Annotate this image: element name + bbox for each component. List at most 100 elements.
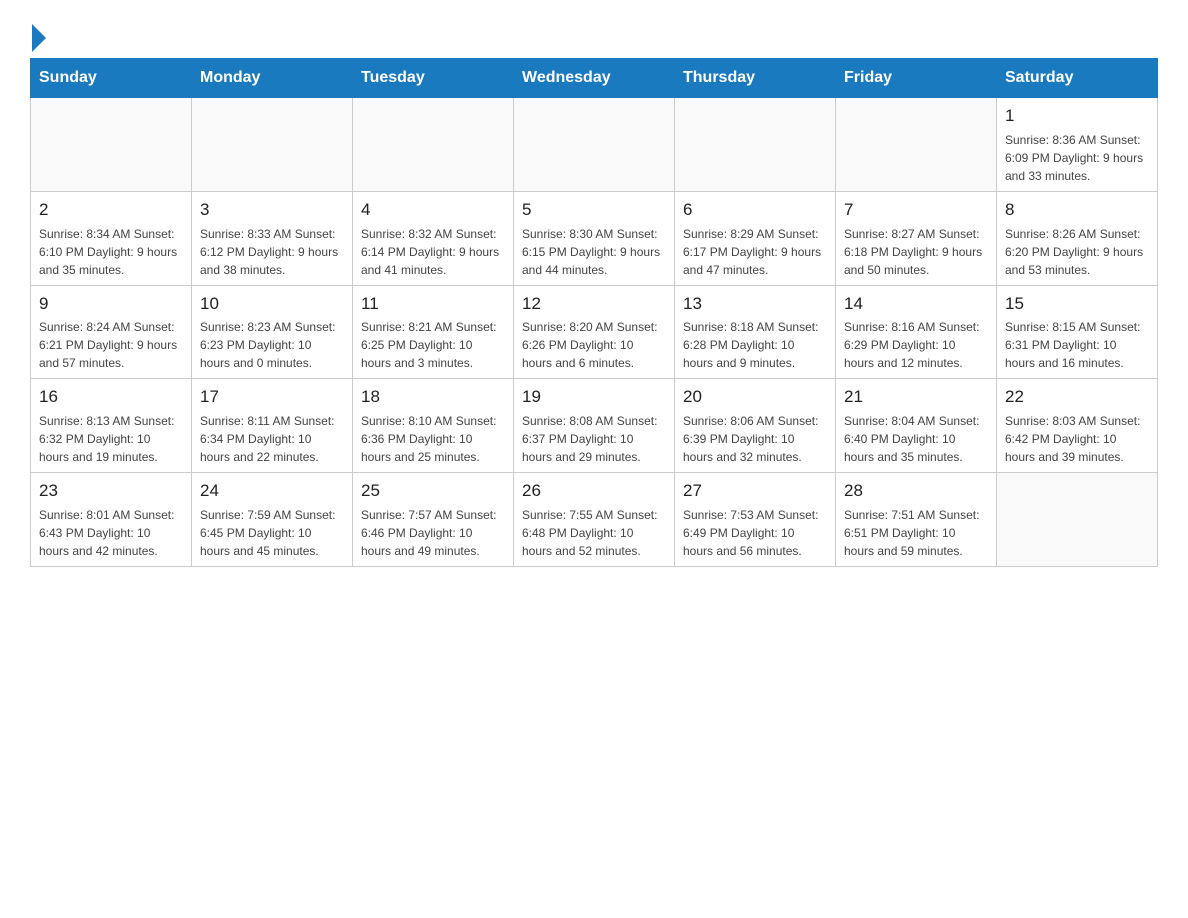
calendar-header-sunday: Sunday xyxy=(31,59,192,98)
calendar-week-row: 23 Sunrise: 8:01 AM Sunset: 6:43 PM Dayli… xyxy=(31,473,1158,567)
day-info: Sunrise: 8:08 AM Sunset: 6:37 PM Dayligh… xyxy=(522,412,666,466)
day-number: 3 xyxy=(200,198,344,222)
day-number: 1 xyxy=(1005,104,1149,128)
calendar-cell: 17 Sunrise: 8:11 AM Sunset: 6:34 PM Dayli… xyxy=(192,379,353,473)
calendar-week-row: 9Sunrise: 8:24 AM Sunset: 6:21 PM Daylig… xyxy=(31,285,1158,379)
day-info: Sunrise: 8:36 AM Sunset: 6:09 PM Dayligh… xyxy=(1005,131,1149,185)
calendar-cell xyxy=(675,98,836,192)
day-number: 18 xyxy=(361,385,505,409)
day-info: Sunrise: 8:24 AM Sunset: 6:21 PM Dayligh… xyxy=(39,318,183,372)
day-info: Sunrise: 8:15 AM Sunset: 6:31 PM Dayligh… xyxy=(1005,318,1149,372)
calendar-cell: 27 Sunrise: 7:53 AM Sunset: 6:49 PM Dayli… xyxy=(675,473,836,567)
day-number: 10 xyxy=(200,292,344,316)
day-info: Sunrise: 8:32 AM Sunset: 6:14 PM Dayligh… xyxy=(361,225,505,279)
calendar-cell: 13Sunrise: 8:18 AM Sunset: 6:28 PM Dayli… xyxy=(675,285,836,379)
day-number: 6 xyxy=(683,198,827,222)
calendar-cell: 8 Sunrise: 8:26 AM Sunset: 6:20 PM Daylig… xyxy=(997,191,1158,285)
calendar-week-row: 1 Sunrise: 8:36 AM Sunset: 6:09 PM Daylig… xyxy=(31,98,1158,192)
day-info: Sunrise: 8:13 AM Sunset: 6:32 PM Dayligh… xyxy=(39,412,183,466)
day-info: Sunrise: 7:53 AM Sunset: 6:49 PM Dayligh… xyxy=(683,506,827,560)
day-number: 4 xyxy=(361,198,505,222)
calendar-header-friday: Friday xyxy=(836,59,997,98)
day-info: Sunrise: 8:27 AM Sunset: 6:18 PM Dayligh… xyxy=(844,225,988,279)
day-number: 5 xyxy=(522,198,666,222)
day-number: 7 xyxy=(844,198,988,222)
calendar-week-row: 16 Sunrise: 8:13 AM Sunset: 6:32 PM Dayli… xyxy=(31,379,1158,473)
calendar-cell: 2 Sunrise: 8:34 AM Sunset: 6:10 PM Daylig… xyxy=(31,191,192,285)
day-info: Sunrise: 8:34 AM Sunset: 6:10 PM Dayligh… xyxy=(39,225,183,279)
day-info: Sunrise: 7:59 AM Sunset: 6:45 PM Dayligh… xyxy=(200,506,344,560)
page-header xyxy=(30,20,1158,48)
day-info: Sunrise: 8:33 AM Sunset: 6:12 PM Dayligh… xyxy=(200,225,344,279)
day-number: 8 xyxy=(1005,198,1149,222)
day-number: 20 xyxy=(683,385,827,409)
calendar-cell: 28 Sunrise: 7:51 AM Sunset: 6:51 PM Dayli… xyxy=(836,473,997,567)
day-number: 19 xyxy=(522,385,666,409)
day-number: 12 xyxy=(522,292,666,316)
day-number: 13 xyxy=(683,292,827,316)
calendar-cell: 25 Sunrise: 7:57 AM Sunset: 6:46 PM Dayli… xyxy=(353,473,514,567)
calendar-header-monday: Monday xyxy=(192,59,353,98)
day-info: Sunrise: 8:06 AM Sunset: 6:39 PM Dayligh… xyxy=(683,412,827,466)
calendar-header-row: SundayMondayTuesdayWednesdayThursdayFrid… xyxy=(31,59,1158,98)
calendar-cell: 23 Sunrise: 8:01 AM Sunset: 6:43 PM Dayli… xyxy=(31,473,192,567)
logo-arrow-icon xyxy=(32,24,46,52)
day-number: 11 xyxy=(361,292,505,316)
calendar-cell xyxy=(353,98,514,192)
day-number: 21 xyxy=(844,385,988,409)
calendar-header-saturday: Saturday xyxy=(997,59,1158,98)
day-info: Sunrise: 7:55 AM Sunset: 6:48 PM Dayligh… xyxy=(522,506,666,560)
day-info: Sunrise: 8:04 AM Sunset: 6:40 PM Dayligh… xyxy=(844,412,988,466)
day-info: Sunrise: 8:10 AM Sunset: 6:36 PM Dayligh… xyxy=(361,412,505,466)
calendar-table: SundayMondayTuesdayWednesdayThursdayFrid… xyxy=(30,58,1158,567)
calendar-cell xyxy=(31,98,192,192)
calendar-cell: 9Sunrise: 8:24 AM Sunset: 6:21 PM Daylig… xyxy=(31,285,192,379)
day-info: Sunrise: 8:16 AM Sunset: 6:29 PM Dayligh… xyxy=(844,318,988,372)
calendar-cell: 20 Sunrise: 8:06 AM Sunset: 6:39 PM Dayli… xyxy=(675,379,836,473)
calendar-cell: 15Sunrise: 8:15 AM Sunset: 6:31 PM Dayli… xyxy=(997,285,1158,379)
day-number: 23 xyxy=(39,479,183,503)
day-number: 17 xyxy=(200,385,344,409)
day-number: 25 xyxy=(361,479,505,503)
calendar-cell: 16 Sunrise: 8:13 AM Sunset: 6:32 PM Dayli… xyxy=(31,379,192,473)
calendar-cell: 21 Sunrise: 8:04 AM Sunset: 6:40 PM Dayli… xyxy=(836,379,997,473)
calendar-cell: 12Sunrise: 8:20 AM Sunset: 6:26 PM Dayli… xyxy=(514,285,675,379)
day-info: Sunrise: 7:57 AM Sunset: 6:46 PM Dayligh… xyxy=(361,506,505,560)
calendar-cell: 4 Sunrise: 8:32 AM Sunset: 6:14 PM Daylig… xyxy=(353,191,514,285)
calendar-cell: 19 Sunrise: 8:08 AM Sunset: 6:37 PM Dayli… xyxy=(514,379,675,473)
day-info: Sunrise: 7:51 AM Sunset: 6:51 PM Dayligh… xyxy=(844,506,988,560)
calendar-header-wednesday: Wednesday xyxy=(514,59,675,98)
calendar-week-row: 2 Sunrise: 8:34 AM Sunset: 6:10 PM Daylig… xyxy=(31,191,1158,285)
day-info: Sunrise: 8:26 AM Sunset: 6:20 PM Dayligh… xyxy=(1005,225,1149,279)
day-number: 24 xyxy=(200,479,344,503)
day-number: 27 xyxy=(683,479,827,503)
day-info: Sunrise: 8:03 AM Sunset: 6:42 PM Dayligh… xyxy=(1005,412,1149,466)
calendar-cell: 18 Sunrise: 8:10 AM Sunset: 6:36 PM Dayli… xyxy=(353,379,514,473)
day-info: Sunrise: 8:21 AM Sunset: 6:25 PM Dayligh… xyxy=(361,318,505,372)
day-info: Sunrise: 8:01 AM Sunset: 6:43 PM Dayligh… xyxy=(39,506,183,560)
day-info: Sunrise: 8:11 AM Sunset: 6:34 PM Dayligh… xyxy=(200,412,344,466)
calendar-cell: 5 Sunrise: 8:30 AM Sunset: 6:15 PM Daylig… xyxy=(514,191,675,285)
calendar-cell: 24 Sunrise: 7:59 AM Sunset: 6:45 PM Dayli… xyxy=(192,473,353,567)
calendar-cell: 7 Sunrise: 8:27 AM Sunset: 6:18 PM Daylig… xyxy=(836,191,997,285)
day-info: Sunrise: 8:18 AM Sunset: 6:28 PM Dayligh… xyxy=(683,318,827,372)
calendar-cell: 22Sunrise: 8:03 AM Sunset: 6:42 PM Dayli… xyxy=(997,379,1158,473)
calendar-cell: 6Sunrise: 8:29 AM Sunset: 6:17 PM Daylig… xyxy=(675,191,836,285)
day-info: Sunrise: 8:20 AM Sunset: 6:26 PM Dayligh… xyxy=(522,318,666,372)
calendar-cell xyxy=(514,98,675,192)
calendar-cell: 26 Sunrise: 7:55 AM Sunset: 6:48 PM Dayli… xyxy=(514,473,675,567)
calendar-cell: 3 Sunrise: 8:33 AM Sunset: 6:12 PM Daylig… xyxy=(192,191,353,285)
day-number: 2 xyxy=(39,198,183,222)
day-number: 16 xyxy=(39,385,183,409)
calendar-cell: 14Sunrise: 8:16 AM Sunset: 6:29 PM Dayli… xyxy=(836,285,997,379)
day-info: Sunrise: 8:30 AM Sunset: 6:15 PM Dayligh… xyxy=(522,225,666,279)
calendar-cell xyxy=(997,473,1158,567)
day-info: Sunrise: 8:23 AM Sunset: 6:23 PM Dayligh… xyxy=(200,318,344,372)
calendar-cell: 1 Sunrise: 8:36 AM Sunset: 6:09 PM Daylig… xyxy=(997,98,1158,192)
logo xyxy=(30,20,46,48)
day-number: 28 xyxy=(844,479,988,503)
day-number: 15 xyxy=(1005,292,1149,316)
day-number: 9 xyxy=(39,292,183,316)
calendar-header-thursday: Thursday xyxy=(675,59,836,98)
day-number: 26 xyxy=(522,479,666,503)
